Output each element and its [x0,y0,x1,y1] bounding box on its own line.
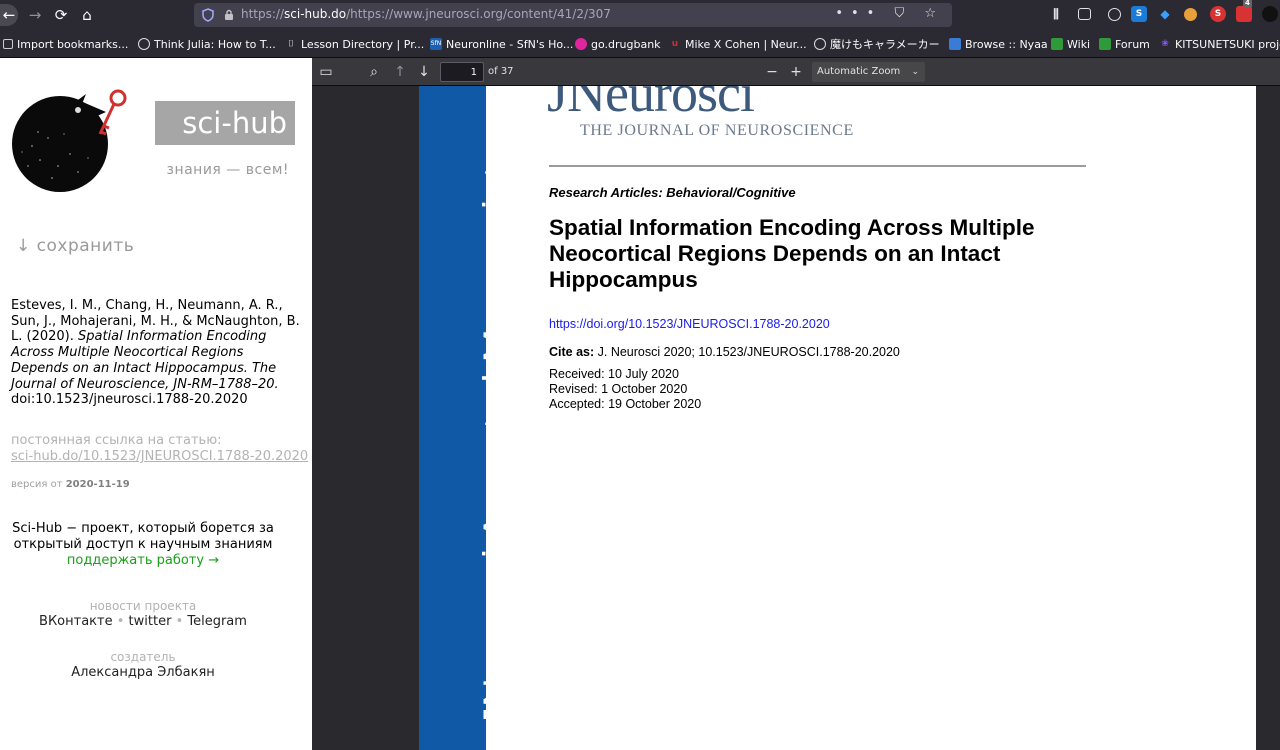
udemy-favicon: u [671,39,679,49]
import-icon [3,39,13,49]
bookmark-nyaa[interactable]: Browse :: Nyaa [949,36,1048,52]
bookmark-mike-x-cohen[interactable]: u Mike X Cohen | Neur... [669,36,807,52]
reload-icon[interactable]: ⟳ [50,4,72,26]
creator-link[interactable]: Александра Элбакян [0,665,286,680]
version-info: версия от 2020-11-19 [11,479,130,490]
bookmark-lesson-directory[interactable]: ⌷ Lesson Directory | Pr... [285,36,424,52]
forum-favicon [1099,38,1111,50]
library-icon[interactable]: ⫼ [1048,6,1064,22]
chevron-down-icon: ⌄ [911,67,919,77]
vk-link[interactable]: ВКонтакте [39,614,113,629]
gem-extension-icon[interactable]: ◆ [1157,6,1173,22]
pdf-page: JNeurosci Accepted Manuscript JNeurosci … [419,86,1256,750]
pdf-toolbar: ▭ ⌕ ↑ ↓ of 37 − + Automatic Zoom⌄ [312,58,1280,86]
bookmark-makemo[interactable]: 魔けもキャラメーカー [814,36,940,52]
scihub-brand[interactable]: sci-hub [155,101,295,145]
sidebar-toggle-icon[interactable] [1078,8,1091,20]
tagline: знания — всем! [166,162,289,178]
citation-doi: doi:10.1523/jneurosci.1788-20.2020 [11,392,248,408]
nyaa-favicon [949,38,961,50]
zoom-select[interactable]: Automatic Zoom ⌄ [812,62,925,82]
cite-label: Cite as: [549,345,595,359]
next-page-icon[interactable]: ↓ [415,63,433,81]
page-actions-icons[interactable]: ••• ⛉ ☆ [835,6,944,21]
pdf-viewer[interactable]: JNeurosci Accepted Manuscript JNeurosci … [312,86,1280,750]
bookmark-neuronline[interactable]: SfN Neuronline - SfN's Ho... [430,36,573,52]
sfn-favicon: SfN [430,38,442,50]
url-text[interactable]: https://sci-hub.do/https://www.jneurosci… [241,7,611,21]
bookmarks-toolbar: Import bookmarks... Think Julia: How to … [0,30,1280,58]
home-icon[interactable]: ⌂ [76,4,98,26]
divider [549,165,1086,167]
ublock-icon[interactable]: 4 [1236,0,1252,22]
bookmark-favicon: ⌷ [288,39,294,49]
journal-logo: JNeurosci [547,86,755,123]
bookmark-drugbank[interactable]: go.drugbank [575,36,661,52]
news-label: новости проекта [89,599,197,613]
cite-as: Cite as: J. Neurosci 2020; 10.1523/JNEUR… [549,345,900,359]
permalink[interactable]: sci-hub.do/10.1523/JNEUROSCI.1788-20.202… [11,449,308,464]
scihub-sidebar: sci-hub знания — всем! ↓ сохранить Estev… [0,58,312,750]
account-icon[interactable] [1108,8,1121,21]
globe-icon [814,38,826,50]
journal-subtitle: THE JOURNAL OF NEUROSCIENCE [580,122,854,139]
s-extension-icon[interactable]: S [1131,6,1147,22]
paw-favicon: ❀ [1161,39,1169,49]
article-section: Research Articles: Behavioral/Cognitive [549,185,796,200]
accepted-date: Accepted: 19 October 2020 [549,397,702,411]
cite-value: J. Neurosci 2020; 10.1523/JNEUROSCI.1788… [594,345,900,359]
globe-icon [138,38,150,50]
creator-label: создатель [110,650,176,664]
mission-statement: Sci-Hub − проект, который борется за отк… [12,521,274,552]
bookmark-forum[interactable]: Forum [1099,36,1150,52]
doi-link[interactable]: https://doi.org/10.1523/JNEUROSCI.1788-2… [549,317,830,331]
back-arrow-icon[interactable]: ← [0,4,18,26]
zoom-in-icon[interactable]: + [787,63,805,81]
menu-extension-icon[interactable] [1262,6,1278,22]
page-number-input[interactable] [440,62,484,82]
accepted-manuscript-banner: JNeurosci Accepted Manuscript [419,86,486,750]
bookmark-wiki[interactable]: Wiki [1051,36,1090,52]
bookmark-import[interactable]: Import bookmarks... [3,36,128,52]
wiki-favicon [1051,38,1063,50]
lock-icon[interactable] [224,8,234,21]
previous-page-icon[interactable]: ↑ [391,63,409,81]
donate-link[interactable]: поддержать работу → [0,553,286,568]
telegram-link[interactable]: Telegram [187,614,247,629]
citation: Esteves, I. M., Chang, H., Neumann, A. R… [11,298,301,408]
separator: • [112,614,129,629]
save-button[interactable]: ↓ сохранить [16,236,134,256]
separator: • [171,614,188,629]
search-icon[interactable]: ⌕ [365,63,383,81]
forward-arrow-icon[interactable]: → [24,4,46,26]
permalink-label: постоянная ссылка на статью: [11,433,222,448]
cookie-extension-icon[interactable] [1184,8,1197,21]
version-date: 2020-11-19 [65,479,130,490]
zoom-out-icon[interactable]: − [763,63,781,81]
scihub-raven-logo[interactable] [8,86,134,192]
browser-toolbar: ← → ⟳ ⌂ https://sci-hub.do/https://www.j… [0,0,1280,30]
drugbank-favicon [575,38,587,50]
social-links: ВКонтакте • twitter • Telegram [0,614,286,629]
article-dates: Received: 10 July 2020 Revised: 1 Octobe… [549,367,701,412]
revised-date: Revised: 1 October 2020 [549,382,688,396]
page-count: of 37 [488,66,514,77]
received-date: Received: 10 July 2020 [549,367,679,381]
tracking-shield-icon[interactable] [202,8,214,22]
url-bar[interactable]: https://sci-hub.do/https://www.jneurosci… [194,3,952,27]
paper-title: Spatial Information Encoding Across Mult… [549,215,1035,292]
twitter-link[interactable]: twitter [129,614,172,629]
sidebar-toggle-icon[interactable]: ▭ [317,63,335,81]
s-red-extension-icon[interactable]: S [1210,6,1226,22]
banner-text: JNeurosci Accepted Manuscript [476,166,486,727]
bookmark-kitsunetsuki[interactable]: ❀ KITSUNETSUKI proje [1159,36,1280,52]
bookmark-think-julia[interactable]: Think Julia: How to T... [138,36,276,52]
